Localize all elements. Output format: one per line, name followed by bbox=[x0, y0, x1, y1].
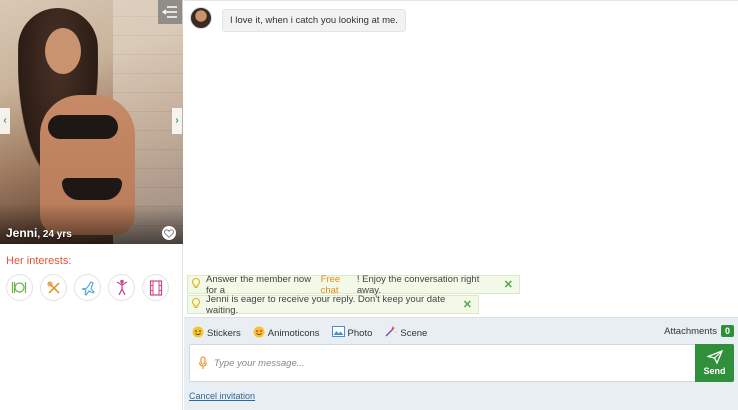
composer-toolbar: Stickers Animoticons Photo Scene bbox=[192, 325, 427, 341]
close-icon[interactable]: ✕ bbox=[504, 278, 513, 291]
hint-text-1: Answer the member now for a bbox=[206, 273, 312, 296]
profile-name: Jenni, 24 yrs bbox=[6, 226, 72, 240]
message-input-box: Send bbox=[189, 344, 734, 382]
free-chat-hint: Answer the member now for a Free chat! E… bbox=[187, 273, 520, 296]
stickers-label: Stickers bbox=[207, 327, 241, 339]
scene-label: Scene bbox=[400, 327, 428, 339]
photo-icon bbox=[331, 326, 345, 340]
heart-eyes-icon bbox=[253, 326, 265, 341]
scene-button[interactable]: Scene bbox=[384, 325, 427, 341]
message-bubble: I love it, when i catch you looking at m… bbox=[222, 9, 406, 32]
message-input[interactable] bbox=[214, 345, 694, 381]
chat-panel: I love it, when i catch you looking at m… bbox=[184, 0, 738, 410]
free-chat-link[interactable]: Free chat bbox=[321, 274, 357, 296]
profile-panel: ‹ › Jenni, 24 yrs Her interests: bbox=[0, 0, 183, 410]
lightbulb-icon bbox=[192, 277, 200, 292]
interests-title: Her interests: bbox=[6, 255, 72, 267]
attachments-button[interactable]: Attachments 0 bbox=[664, 325, 734, 337]
send-icon bbox=[705, 349, 723, 366]
animoticons-label: Animoticons bbox=[267, 327, 320, 339]
close-icon[interactable]: ✕ bbox=[463, 298, 472, 311]
hint-text-2: Jenni is eager to receive your reply. Do… bbox=[206, 293, 446, 316]
magic-wand-icon bbox=[384, 325, 397, 341]
lightbulb-icon bbox=[192, 297, 200, 312]
favorite-heart-icon[interactable] bbox=[162, 226, 176, 240]
interests-list bbox=[6, 274, 169, 301]
message-row: I love it, when i catch you looking at m… bbox=[190, 7, 406, 32]
reply-hint: Jenni is eager to receive your reply. Do… bbox=[187, 293, 479, 316]
travel-icon[interactable] bbox=[74, 274, 101, 301]
cancel-invitation-link[interactable]: Cancel invitation bbox=[189, 391, 255, 401]
dance-icon[interactable] bbox=[108, 274, 135, 301]
cooking-icon[interactable] bbox=[40, 274, 67, 301]
profile-name-text: Jenni bbox=[6, 226, 38, 240]
smiley-icon bbox=[192, 326, 204, 341]
photo-button[interactable]: Photo bbox=[331, 326, 373, 340]
profile-photo[interactable] bbox=[0, 0, 183, 244]
photo-label: Photo bbox=[347, 327, 373, 339]
attachments-label: Attachments bbox=[664, 325, 717, 337]
attachments-count-badge: 0 bbox=[720, 325, 734, 337]
microphone-icon[interactable] bbox=[198, 356, 208, 373]
avatar[interactable] bbox=[190, 7, 212, 29]
send-label: Send bbox=[703, 366, 726, 376]
previous-photo-button[interactable]: ‹ bbox=[0, 108, 10, 134]
hint-text-1b: ! Enjoy the conversation right away. bbox=[356, 273, 480, 296]
dining-icon[interactable] bbox=[6, 274, 33, 301]
profile-age: , 24 yrs bbox=[37, 229, 72, 240]
send-button[interactable]: Send bbox=[695, 344, 734, 382]
next-photo-button[interactable]: › bbox=[172, 108, 182, 134]
message-composer: Stickers Animoticons Photo Scene Attachm… bbox=[184, 317, 738, 410]
movies-icon[interactable] bbox=[142, 274, 169, 301]
animoticons-button[interactable]: Animoticons bbox=[253, 326, 320, 341]
stickers-button[interactable]: Stickers bbox=[192, 326, 241, 341]
menu-icon[interactable] bbox=[158, 0, 182, 24]
